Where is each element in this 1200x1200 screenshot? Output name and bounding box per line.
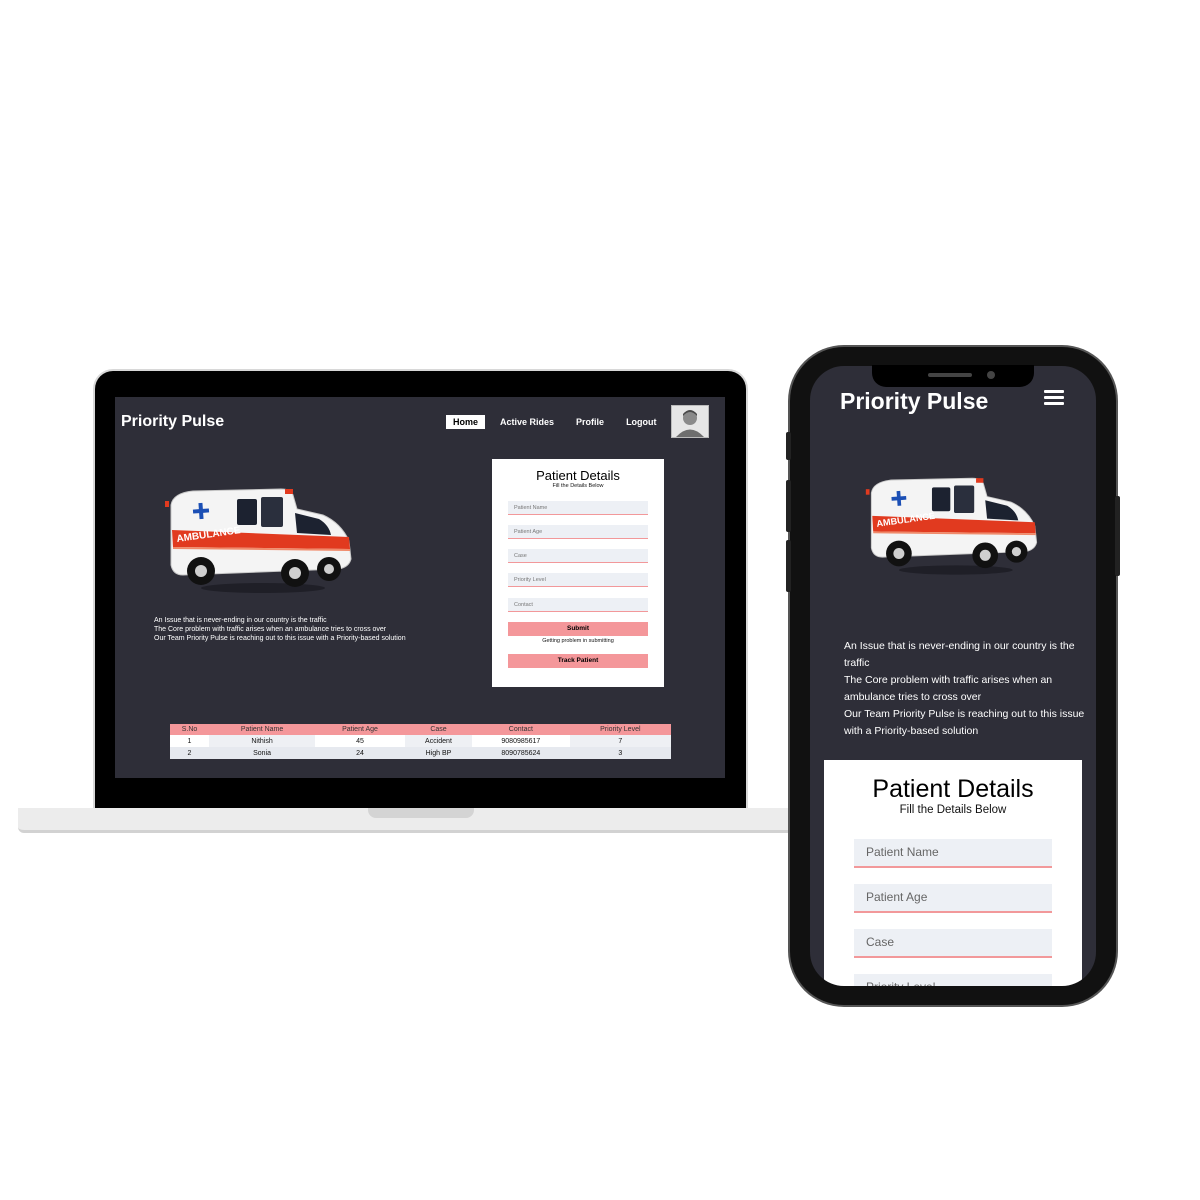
hamburger-menu-icon[interactable] bbox=[1044, 390, 1064, 406]
intro-line: An Issue that is never-ending in our cou… bbox=[844, 640, 1075, 669]
intro-line: Our Team Priority Pulse is reaching out … bbox=[154, 635, 406, 642]
ambulance-illustration: AMBULANCE bbox=[165, 488, 352, 593]
nav-home[interactable]: Home bbox=[446, 415, 486, 429]
patient-age-input[interactable]: Patient Age bbox=[508, 525, 648, 539]
case-input[interactable]: Case bbox=[508, 549, 648, 563]
submit-button[interactable]: Submit bbox=[508, 622, 648, 636]
table-cell: Nithish bbox=[208, 735, 316, 747]
priority-level-input[interactable]: Priority Level bbox=[854, 974, 1052, 986]
contact-input[interactable]: Contact bbox=[508, 598, 648, 612]
intro-line: The Core problem with traffic arises whe… bbox=[844, 674, 1053, 703]
phone-screen: Priority Pulse AMBULANCE An Issue that i… bbox=[810, 366, 1096, 986]
table-cell: 8090785624 bbox=[472, 747, 570, 759]
table-header-row: S.No Patient Name Patient Age Case Conta… bbox=[170, 724, 671, 735]
patient-age-input[interactable]: Patient Age bbox=[854, 884, 1052, 913]
phone-speaker bbox=[928, 373, 972, 377]
phone-volume-down bbox=[786, 540, 791, 592]
form-title: Patient Details bbox=[536, 468, 620, 483]
user-avatar-icon[interactable] bbox=[671, 405, 709, 438]
table-cell: 2 bbox=[170, 747, 209, 759]
patient-name-input[interactable]: Patient Name bbox=[508, 501, 648, 515]
column-header: Contact bbox=[472, 724, 570, 735]
intro-line: The Core problem with traffic arises whe… bbox=[154, 626, 387, 633]
top-nav: Home Active Rides Profile Logout bbox=[446, 415, 672, 429]
laptop-screen: Priority Pulse Home Active Rides Profile… bbox=[115, 397, 725, 778]
table-cell: Sonia bbox=[208, 747, 316, 759]
table-cell: 24 bbox=[315, 747, 405, 759]
patient-name-input[interactable]: Patient Name bbox=[854, 839, 1052, 868]
nav-profile[interactable]: Profile bbox=[569, 415, 611, 429]
intro-text: An Issue that is never-ending in our cou… bbox=[154, 616, 406, 643]
table-row: 2 Sonia 24 High BP 8090785624 3 bbox=[170, 747, 671, 759]
brand-title: Priority Pulse bbox=[840, 388, 989, 414]
laptop-hinge bbox=[368, 808, 474, 818]
error-message: Getting problem in submitting bbox=[542, 638, 614, 644]
form-subtitle: Fill the Details Below bbox=[899, 804, 1007, 816]
column-header: Priority Level bbox=[569, 724, 671, 735]
phone-camera-icon bbox=[987, 371, 995, 379]
table-cell: 9080985617 bbox=[472, 735, 570, 747]
column-header: Patient Age bbox=[315, 724, 405, 735]
patient-form: Patient Details Fill the Details Below P… bbox=[492, 459, 664, 687]
intro-line: Our Team Priority Pulse is reaching out … bbox=[844, 708, 1085, 737]
table-row: 1 Nithish 45 Accident 9080985617 7 bbox=[170, 735, 671, 747]
phone-power-button bbox=[1115, 496, 1120, 576]
nav-active-rides[interactable]: Active Rides bbox=[493, 415, 561, 429]
table-cell: 1 bbox=[170, 735, 209, 747]
column-header: S.No bbox=[170, 724, 209, 735]
priority-level-input[interactable]: Priority Level bbox=[508, 573, 648, 587]
case-input[interactable]: Case bbox=[854, 929, 1052, 958]
table-cell: High BP bbox=[404, 747, 473, 759]
patient-table: S.No Patient Name Patient Age Case Conta… bbox=[170, 724, 671, 759]
phone-volume-up bbox=[786, 480, 791, 532]
form-title: Patient Details bbox=[872, 775, 1034, 803]
ambulance-illustration: AMBULANCE bbox=[865, 477, 1038, 575]
nav-logout[interactable]: Logout bbox=[619, 415, 664, 429]
table-cell: 7 bbox=[569, 735, 671, 747]
phone-side-button bbox=[786, 432, 791, 460]
form-subtitle: Fill the Details Below bbox=[552, 483, 604, 489]
intro-line: An Issue that is never-ending in our cou… bbox=[154, 617, 327, 624]
table-cell: Accident bbox=[404, 735, 473, 747]
brand-title: Priority Pulse bbox=[121, 413, 225, 430]
table-cell: 45 bbox=[315, 735, 405, 747]
intro-text: An Issue that is never-ending in our cou… bbox=[844, 638, 1094, 740]
table-cell: 3 bbox=[569, 747, 671, 759]
patient-form: Patient Details Fill the Details Below P… bbox=[824, 760, 1082, 986]
track-patient-button[interactable]: Track Patient bbox=[508, 654, 648, 668]
column-header: Case bbox=[404, 724, 473, 735]
column-header: Patient Name bbox=[208, 724, 316, 735]
